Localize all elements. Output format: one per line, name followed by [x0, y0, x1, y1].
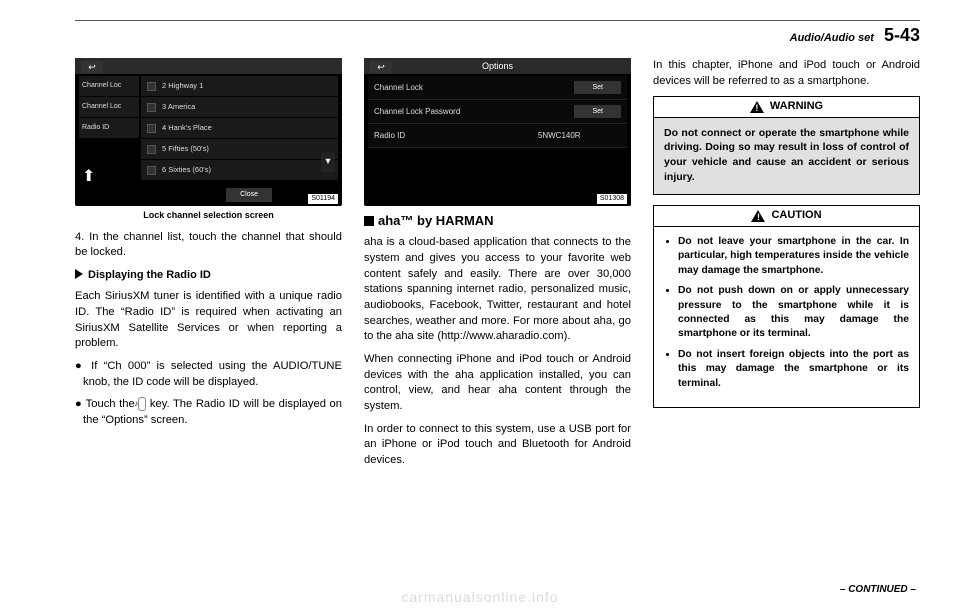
scroll-down-icon[interactable]: ▾ — [321, 152, 335, 172]
channel-row[interactable]: 6 Sixties (60's) — [141, 160, 338, 180]
lock-channel-screen: ↩ Channel Loc Channel Loc Radio ID 2 Hig… — [75, 58, 342, 206]
aha-paragraph-3: In order to connect to this system, use … — [364, 422, 631, 469]
radio-id-value: 5NWC140R — [498, 130, 622, 141]
bullet-2: ● Touch the ♪ key. The Radio ID will be … — [83, 397, 342, 428]
page-header: Audio/Audio set 5-43 — [75, 25, 920, 46]
aha-paragraph-2: When connecting iPhone and iPod touch or… — [364, 352, 631, 415]
channel-label: 6 Sixties (60's) — [162, 165, 211, 176]
screen1-titlebar: ↩ — [75, 58, 342, 74]
back-icon[interactable]: ↩ — [370, 61, 392, 73]
screen1-list: 2 Highway 1 3 America 4 Hank's Place 5 F… — [141, 76, 338, 202]
screen1-caption: Lock channel selection screen — [75, 209, 342, 222]
checkbox-icon[interactable] — [147, 82, 156, 91]
option-label: Channel Lock — [374, 82, 574, 93]
caution-title-box: CAUTION — [653, 205, 920, 225]
columns: ↩ Channel Loc Channel Loc Radio ID 2 Hig… — [75, 58, 920, 476]
checkbox-icon[interactable] — [147, 166, 156, 175]
screen2-title: Options — [482, 60, 513, 73]
subheading-radio-id: Displaying the Radio ID — [75, 268, 342, 283]
aha-heading-text: aha™ by HARMAN — [378, 213, 494, 228]
column-2: ↩ Options Channel Lock Set Channel Lock … — [364, 58, 631, 476]
column-3: In this chapter, iPhone and iPod touch o… — [653, 58, 920, 476]
bullet-1: ● If “Ch 000” is selected using the AUDI… — [83, 359, 342, 390]
smartphone-note: In this chapter, iPhone and iPod touch o… — [653, 58, 920, 89]
watermark: carmanualsonline.info — [0, 589, 960, 605]
bullet-2-text-a: Touch the — [86, 398, 139, 410]
checkbox-icon[interactable] — [147, 103, 156, 112]
option-label: Radio ID — [374, 130, 498, 141]
square-bullet-icon — [364, 216, 374, 226]
warning-box: Do not connect or operate the smartphone… — [653, 117, 920, 196]
options-row: Radio ID 5NWC140R — [368, 124, 627, 148]
caution-item: Do not leave your smartphone in the car.… — [678, 235, 909, 278]
side-cell[interactable]: Radio ID — [79, 118, 139, 138]
aha-heading: aha™ by HARMAN — [364, 212, 631, 230]
step-4-text: 4. In the channel list, touch the channe… — [75, 230, 342, 261]
caution-item: Do not push down on or apply unnecessary… — [678, 284, 909, 342]
options-row: Channel Lock Password Set — [368, 100, 627, 124]
image-id: S01308 — [597, 194, 627, 204]
channel-label: 5 Fifties (50's) — [162, 144, 209, 155]
caution-body: Do not leave your smartphone in the car.… — [654, 227, 919, 407]
set-button[interactable]: Set — [574, 81, 621, 95]
checkbox-icon[interactable] — [147, 124, 156, 133]
channel-row[interactable]: 3 America — [141, 97, 338, 117]
set-button[interactable]: Set — [574, 105, 621, 119]
channel-row[interactable]: 5 Fifties (50's) — [141, 139, 338, 159]
caution-item: Do not insert foreign objects into the p… — [678, 348, 909, 391]
options-row: Channel Lock Set — [368, 76, 627, 100]
options-screen: ↩ Options Channel Lock Set Channel Lock … — [364, 58, 631, 206]
screen2-titlebar: ↩ Options — [364, 58, 631, 74]
triangle-icon — [75, 269, 83, 279]
page: Audio/Audio set 5-43 ↩ Channel Loc Chann… — [0, 0, 960, 611]
warning-icon — [751, 210, 765, 222]
warning-body: Do not connect or operate the smartphone… — [654, 118, 919, 195]
channel-row[interactable]: 2 Highway 1 — [141, 76, 338, 96]
channel-label: 3 America — [162, 102, 195, 113]
top-divider — [75, 20, 920, 21]
close-button[interactable]: Close — [226, 188, 272, 202]
caution-box: Do not leave your smartphone in the car.… — [653, 226, 920, 408]
side-cell[interactable]: Channel Loc — [79, 76, 139, 96]
arrow-up-icon: ⬆ — [82, 166, 92, 188]
checkbox-icon[interactable] — [147, 145, 156, 154]
warning-title-box: WARNING — [653, 96, 920, 116]
channel-label: 4 Hank's Place — [162, 123, 212, 134]
caution-title: CAUTION — [771, 208, 821, 223]
radio-id-paragraph: Each SiriusXM tuner is identified with a… — [75, 289, 342, 352]
channel-row[interactable]: 4 Hank's Place — [141, 118, 338, 138]
channel-label: 2 Highway 1 — [162, 81, 203, 92]
column-1: ↩ Channel Loc Channel Loc Radio ID 2 Hig… — [75, 58, 342, 476]
aha-paragraph-1: aha is a cloud-based application that co… — [364, 235, 631, 345]
warning-icon — [750, 101, 764, 113]
warning-title: WARNING — [770, 99, 823, 114]
side-cell[interactable]: Channel Loc — [79, 97, 139, 117]
subheading-label: Displaying the Radio ID — [88, 269, 211, 281]
bullet-1-text: If “Ch 000” is selected using the AUDIO/… — [83, 360, 342, 388]
section-label: Audio/Audio set — [790, 32, 874, 44]
page-number: 5-43 — [884, 25, 920, 46]
back-icon[interactable]: ↩ — [81, 61, 103, 73]
image-id: S01194 — [308, 194, 338, 204]
option-label: Channel Lock Password — [374, 106, 574, 117]
